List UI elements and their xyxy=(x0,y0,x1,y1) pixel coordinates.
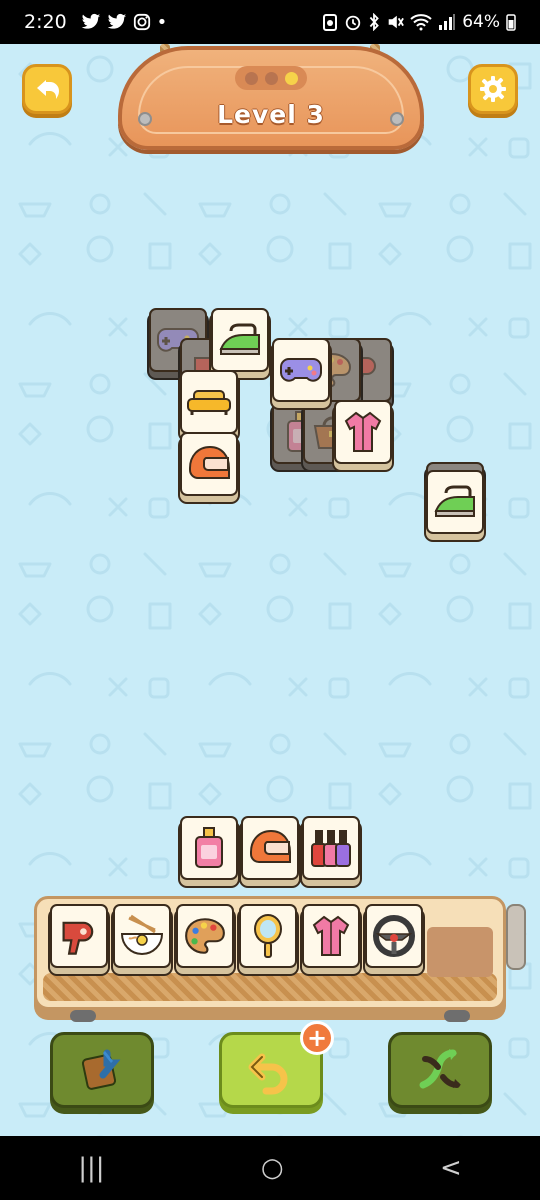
undo-button[interactable]: + xyxy=(219,1021,334,1108)
tray-handle xyxy=(506,904,526,970)
helmet-icon xyxy=(189,445,230,479)
board-tile-sofa[interactable] xyxy=(180,370,238,434)
board-tile-iron[interactable] xyxy=(426,470,484,534)
tray-tile-hair-dryer xyxy=(50,904,108,968)
back-arrow-icon xyxy=(37,80,59,99)
status-bar-right: 64% xyxy=(322,12,516,32)
wifi-icon xyxy=(410,14,432,31)
board-tile-helmet[interactable] xyxy=(180,432,238,496)
level-sign: Level 3 xyxy=(118,46,424,150)
tray-tile-hand-mirror xyxy=(239,904,297,968)
board-tile-iron[interactable] xyxy=(211,308,269,372)
hair-dryer-icon xyxy=(62,921,94,955)
board-tile-gamepad[interactable] xyxy=(272,338,330,402)
tray-empty-slot xyxy=(427,927,493,977)
tray-tile-steering-wheel xyxy=(365,904,423,968)
battery-icon xyxy=(506,14,516,31)
gear-icon xyxy=(480,76,506,102)
back-button[interactable] xyxy=(22,64,72,114)
tray-tile-shirt xyxy=(302,904,360,968)
battery-percent: 64% xyxy=(462,12,500,32)
undo-icon xyxy=(248,1053,288,1095)
palette-icon xyxy=(185,918,225,954)
instagram-icon xyxy=(133,13,150,31)
settings-button[interactable] xyxy=(468,64,518,114)
progress-dot-2 xyxy=(264,71,278,85)
mute-icon xyxy=(388,15,405,29)
tray-wheel-right xyxy=(444,1010,470,1022)
system-nav-bar: ||| ○ < xyxy=(0,1136,540,1200)
back-nav-button[interactable]: < xyxy=(440,1153,462,1183)
sign-bolt-left xyxy=(138,112,152,126)
alarm-icon xyxy=(346,15,361,31)
shuffle-button[interactable] xyxy=(388,1032,492,1108)
game-area: Level 3 + xyxy=(0,44,540,1136)
sign-bolt-right xyxy=(390,112,404,126)
noodle-bowl-icon xyxy=(120,914,164,955)
bluetooth-icon xyxy=(369,13,380,31)
staging-tile-perfume[interactable] xyxy=(180,816,238,880)
progress-dot-3 xyxy=(284,71,298,85)
shirt-icon xyxy=(312,915,350,956)
gamepad-icon xyxy=(280,358,322,382)
shirt-icon xyxy=(344,411,382,452)
level-progress-dots xyxy=(235,66,307,90)
perfume-icon xyxy=(195,827,223,868)
sofa-icon xyxy=(187,390,231,415)
iron-icon xyxy=(219,323,260,355)
tray-tile-noodle-bowl xyxy=(113,904,171,968)
helmet-icon xyxy=(250,829,291,863)
return-tile-icon xyxy=(81,1049,121,1090)
undo-plus-badge[interactable]: + xyxy=(300,1021,334,1055)
dot-icon: • xyxy=(156,11,168,33)
board-tile-shirt[interactable] xyxy=(334,400,392,464)
home-button[interactable]: ○ xyxy=(261,1153,284,1183)
twitter-icon xyxy=(81,13,100,29)
level-title: Level 3 xyxy=(217,100,325,129)
nail-polish-icon xyxy=(311,830,351,867)
signal-icon xyxy=(439,14,456,30)
tray-weave xyxy=(43,973,497,1001)
status-time: 2:20 xyxy=(24,11,67,33)
battery-saver-icon xyxy=(323,14,338,31)
staging-tile-helmet[interactable] xyxy=(241,816,299,880)
progress-dot-1 xyxy=(244,71,258,85)
tray-wheel-left xyxy=(70,1010,96,1022)
twitter-icon xyxy=(107,13,126,29)
status-bar: 2:20 • 64% xyxy=(0,0,540,44)
recents-button[interactable]: ||| xyxy=(78,1153,104,1183)
tray-tile-palette xyxy=(176,904,234,968)
status-bar-left: 2:20 • xyxy=(24,11,167,33)
shuffle-icon xyxy=(419,1049,461,1089)
hand-mirror-icon xyxy=(254,914,282,958)
staging-tile-nail-polish[interactable] xyxy=(302,816,360,880)
iron-icon xyxy=(434,485,475,517)
steering-wheel-icon xyxy=(373,915,415,957)
return-tile-button[interactable] xyxy=(50,1032,154,1108)
